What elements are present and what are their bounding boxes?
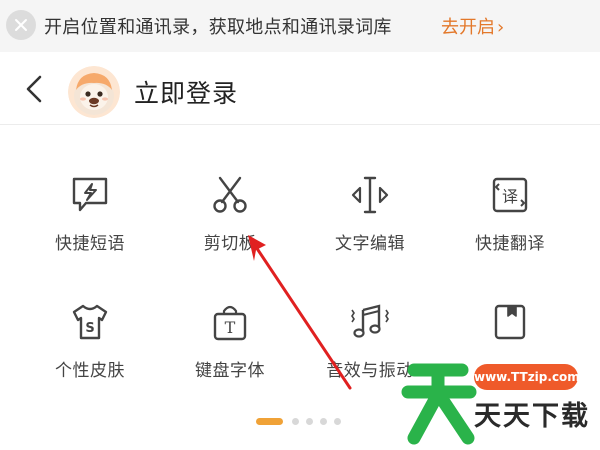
banner-message: 开启位置和通讯录，获取地点和通讯录词库 — [44, 17, 392, 38]
watermark-text: 天天下载 — [474, 401, 590, 432]
translate-icon: 译 — [490, 175, 530, 215]
page-dot-active — [256, 418, 283, 425]
close-icon[interactable] — [6, 10, 36, 40]
svg-text:译: 译 — [502, 187, 518, 206]
font-bag-icon: T — [210, 302, 250, 342]
grid-item-label: 个性皮肤 — [55, 361, 125, 381]
enable-permission-link[interactable]: 去开启 › — [441, 13, 504, 39]
watermark: www.TTzip.com 天天下载 — [400, 352, 600, 450]
page-indicator — [256, 418, 346, 426]
page-dot — [292, 418, 299, 425]
login-link[interactable]: 立即登录 — [134, 74, 238, 110]
grid-item-label: 剪切板 — [203, 234, 257, 254]
permission-banner: 开启位置和通讯录，获取地点和通讯录词库 去开启 › — [0, 0, 600, 52]
grid-item-quick-translate[interactable]: 译 快捷翻译 — [440, 175, 580, 285]
grid-item-label: 快捷翻译 — [475, 234, 545, 254]
svg-text:T: T — [225, 318, 236, 337]
enable-permission-label: 去开启 — [441, 17, 495, 38]
monkey-avatar-icon[interactable] — [68, 66, 120, 118]
grid-item-keyboard-font[interactable]: T 键盘字体 — [160, 302, 300, 412]
account-header: 立即登录 — [0, 52, 600, 125]
grid-item-quick-phrases[interactable]: 快捷短语 — [20, 175, 160, 285]
watermark-url: www.TTzip.com — [474, 364, 580, 390]
bookmark-icon — [490, 302, 530, 342]
grid-item-text-edit[interactable]: 文字编辑 — [300, 175, 440, 285]
back-arrow-icon[interactable] — [22, 74, 48, 104]
svg-text:S: S — [85, 321, 94, 336]
watermark-logo-icon — [401, 363, 477, 445]
grid-item-clipboard[interactable]: 剪切板 — [160, 175, 300, 285]
chevron-right-icon: › — [497, 17, 505, 38]
text-cursor-icon — [350, 175, 390, 215]
tshirt-icon: S — [70, 302, 110, 342]
lightning-bubble-icon — [70, 175, 110, 215]
page-dot — [320, 418, 327, 425]
grid-item-label: 文字编辑 — [335, 234, 405, 254]
scissors-icon — [210, 175, 250, 215]
page-dot — [334, 418, 341, 425]
grid-item-label: 快捷短语 — [55, 234, 125, 254]
page-dot — [306, 418, 313, 425]
music-vibration-icon — [350, 302, 390, 342]
grid-item-label: 键盘字体 — [195, 361, 265, 381]
grid-item-skins[interactable]: S 个性皮肤 — [20, 302, 160, 412]
